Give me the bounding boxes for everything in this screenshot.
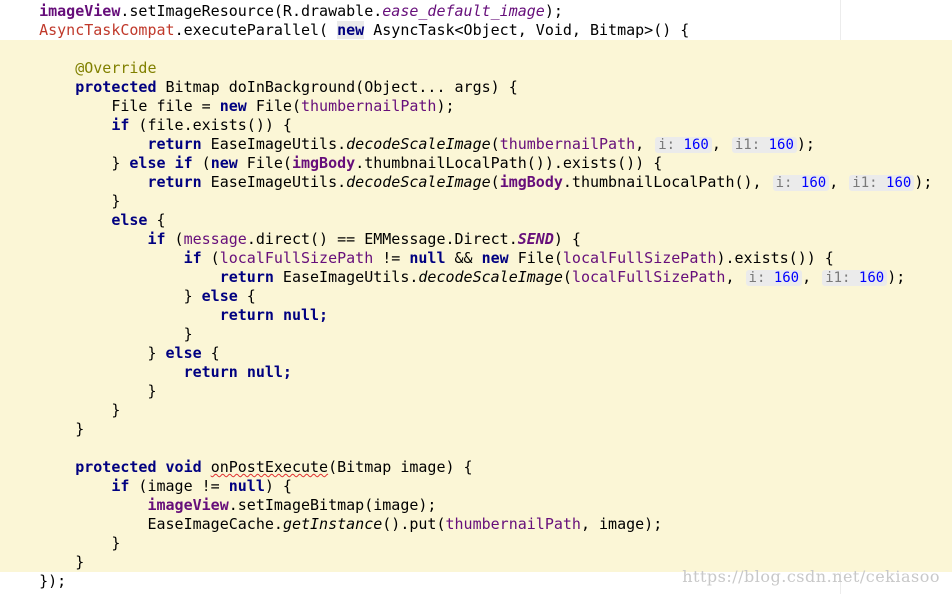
code-line-22[interactable]: } (12, 401, 120, 420)
code-line-4[interactable]: @Override (12, 59, 157, 78)
code-line-29[interactable]: } (12, 534, 120, 553)
code-line-16[interactable]: } else { (12, 287, 256, 306)
param-hint-i1: i1: 160 (731, 137, 797, 153)
code-line-20[interactable]: return null; (12, 363, 292, 382)
code-line-19[interactable]: } else { (12, 344, 219, 363)
code-line-7[interactable]: if (file.exists()) { (12, 116, 292, 135)
code-line-27[interactable]: imageView.setImageBitmap(image); (12, 496, 436, 515)
override-annotation: @Override (75, 59, 157, 77)
code-line-2[interactable]: AsyncTaskCompat.executeParallel( new Asy… (12, 21, 689, 40)
method-onPostExecute: onPostExecute (210, 458, 329, 476)
field-imageView: imageView (39, 2, 121, 20)
code-line-31[interactable]: }); (12, 572, 66, 591)
code-line-10[interactable]: return EaseImageUtils.decodeScaleImage(i… (12, 173, 932, 192)
code-line-28[interactable]: EaseImageCache.getInstance().put(thumber… (12, 515, 662, 534)
code-line-23[interactable]: } (12, 420, 84, 439)
watermark: https://blog.csdn.net/cekiasoo (682, 567, 940, 586)
code-line-1[interactable]: imageView.setImageResource(R.drawable.ea… (12, 2, 563, 21)
param-hint-i1: i1: 160 (849, 175, 915, 191)
code-line-6[interactable]: File file = new File(thumbernailPath); (12, 97, 454, 116)
code-line-30[interactable]: } (12, 553, 84, 572)
code-line-13[interactable]: if (message.direct() == EMMessage.Direct… (12, 230, 581, 249)
code-line-18[interactable]: } (12, 325, 193, 344)
code-line-5[interactable]: protected Bitmap doInBackground(Object..… (12, 78, 518, 97)
code-line-11[interactable]: } (12, 192, 120, 211)
code-line-14[interactable]: if (localFullSizePath != null && new Fil… (12, 249, 834, 268)
code-line-15[interactable]: return EaseImageUtils.decodeScaleImage(l… (12, 268, 905, 287)
code-line-8[interactable]: return EaseImageUtils.decodeScaleImage(t… (12, 135, 815, 154)
param-hint-i: i: 160 (745, 270, 803, 286)
code-line-21[interactable]: } (12, 382, 156, 401)
code-line-26[interactable]: if (image != null) { (12, 477, 292, 496)
code-line-9[interactable]: } else if (new File(imgBody.thumbnailLoc… (12, 154, 662, 173)
param-hint-i: i: 160 (655, 137, 712, 153)
code-line-17[interactable]: return null; (12, 306, 328, 325)
code-line-25[interactable]: protected void onPostExecute(Bitmap imag… (12, 458, 472, 477)
class-AsyncTaskCompat: AsyncTaskCompat (39, 21, 175, 39)
param-hint-i: i: 160 (772, 175, 830, 191)
code-line-12[interactable]: else { (12, 211, 165, 230)
param-hint-i1: i1: 160 (822, 270, 888, 286)
